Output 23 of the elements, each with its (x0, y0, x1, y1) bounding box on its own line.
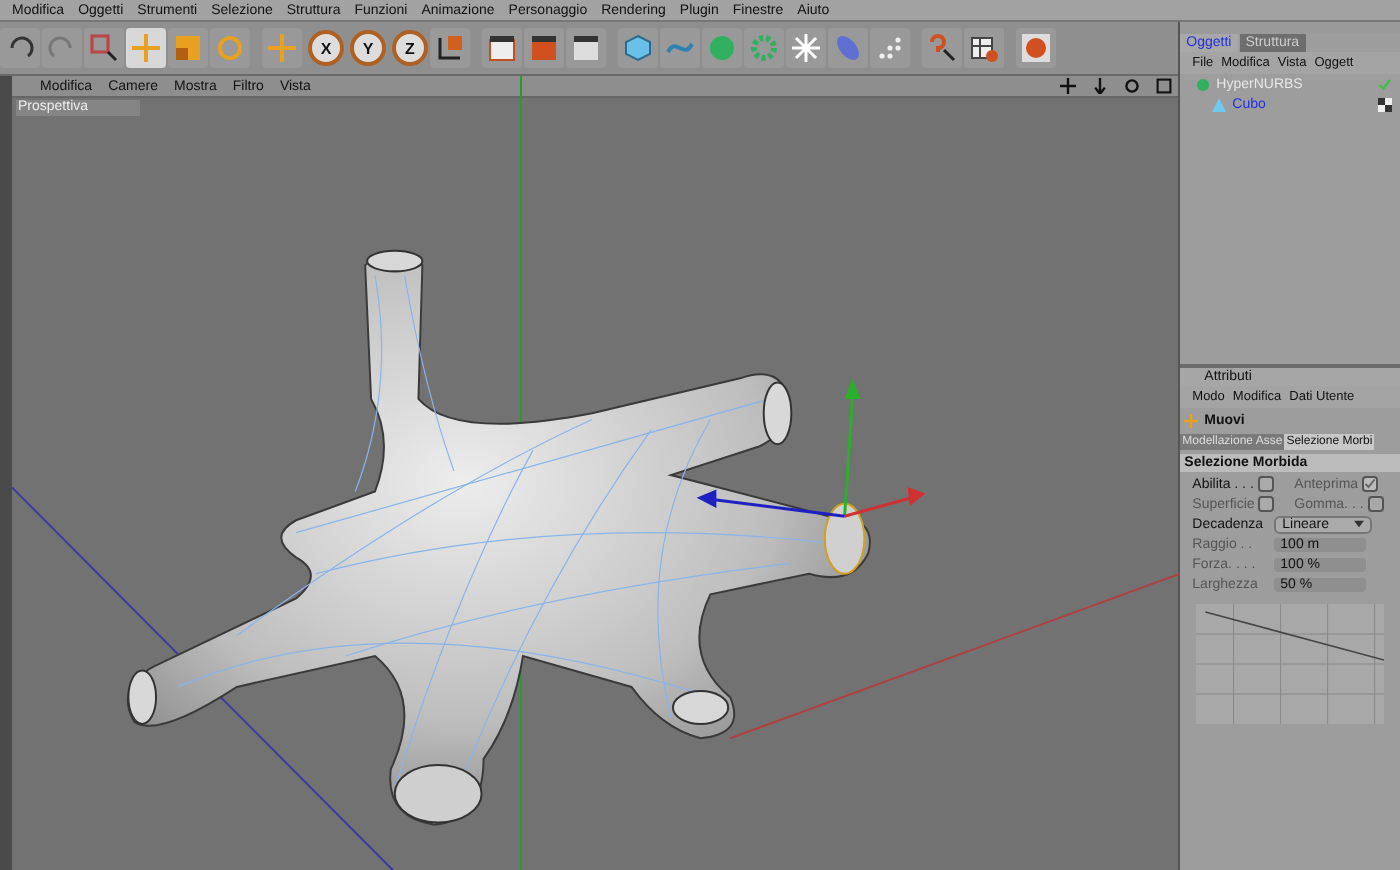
nurbs-icon (1196, 77, 1211, 91)
select-icon[interactable] (84, 28, 124, 68)
scale-icon[interactable] (168, 28, 208, 68)
checkbox[interactable] (1257, 476, 1274, 492)
tag-icon (1378, 97, 1392, 111)
axis-lock-button[interactable]: Y (350, 30, 386, 66)
arrow-down-icon[interactable] (1092, 78, 1109, 94)
move-icon (1184, 414, 1199, 428)
table-help-icon[interactable] (964, 28, 1004, 68)
cube-icon (1212, 97, 1227, 111)
maximize-icon[interactable] (1156, 78, 1173, 94)
check-icon[interactable] (1378, 77, 1392, 91)
coordinate-icon[interactable] (430, 28, 470, 68)
render-icon[interactable] (1016, 28, 1056, 68)
move-icon[interactable] (1060, 78, 1077, 94)
caret-icon (1353, 520, 1364, 528)
dots-icon[interactable] (870, 28, 910, 68)
axis-lock-button[interactable]: X (308, 30, 344, 66)
undo-icon[interactable] (0, 28, 40, 68)
axis-lock-button[interactable]: Z (392, 30, 428, 66)
rotate-icon[interactable] (1124, 78, 1141, 94)
snowflake-icon[interactable] (786, 28, 826, 68)
cube-icon[interactable] (618, 28, 658, 68)
